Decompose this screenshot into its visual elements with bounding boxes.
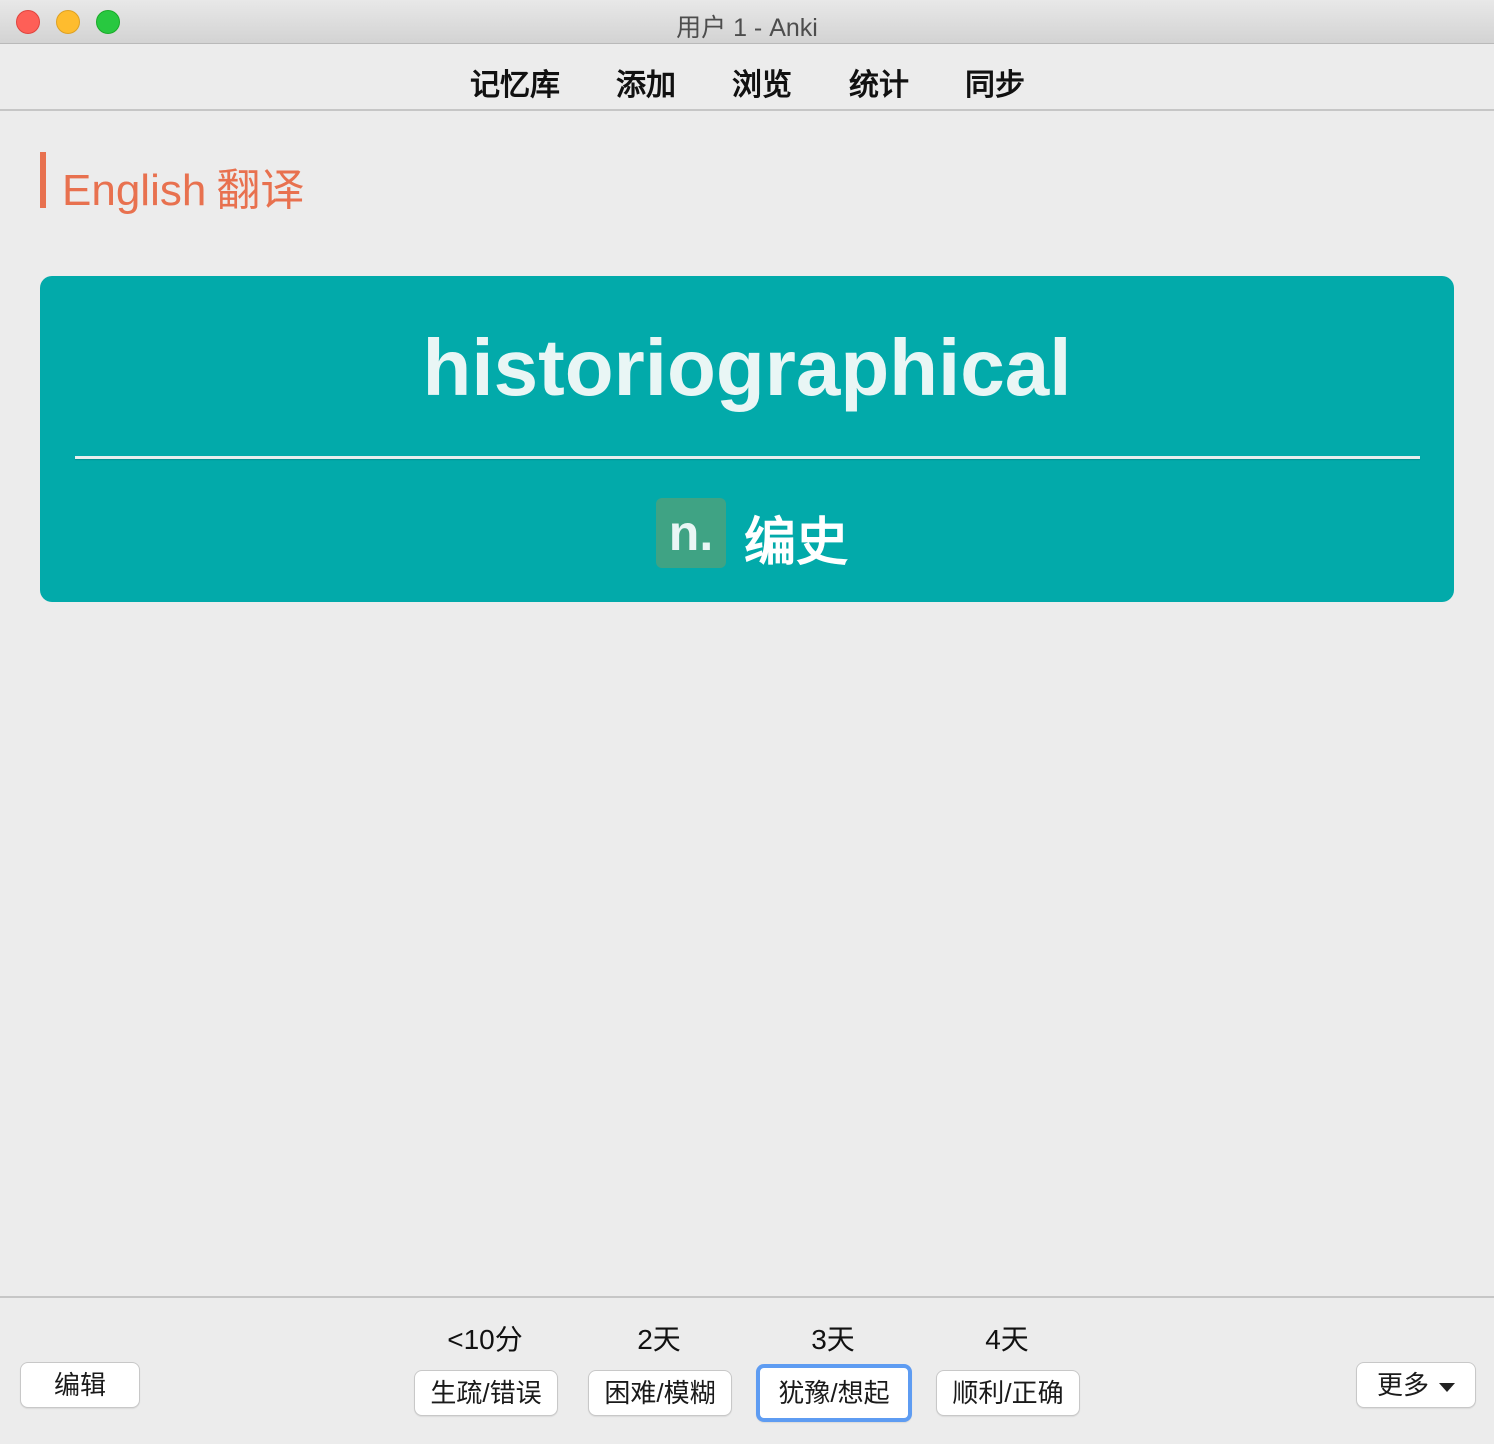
nav-stats[interactable]: 统计 bbox=[849, 60, 909, 104]
deck-name-cn: 翻译 bbox=[216, 165, 305, 216]
answer-easy-button[interactable]: 顺利/正确 bbox=[936, 1370, 1080, 1416]
interval-good: 3天 bbox=[811, 1324, 855, 1355]
deck-accent-bar bbox=[40, 152, 46, 208]
card-word: historiographical bbox=[422, 323, 1072, 412]
nav-sync[interactable]: 同步 bbox=[965, 60, 1025, 104]
answer-bar bbox=[0, 1296, 1494, 1444]
deck-title: English 翻译 bbox=[62, 154, 304, 218]
nav-browse[interactable]: 浏览 bbox=[732, 60, 792, 104]
card-meaning: 编史 bbox=[744, 512, 849, 573]
deck-name-en: English bbox=[62, 166, 207, 215]
part-of-speech-badge: n. bbox=[656, 498, 726, 568]
title-bar: 用户 1 - Anki bbox=[0, 0, 1494, 44]
interval-again: <10分 bbox=[447, 1324, 523, 1355]
answer-hard-button[interactable]: 困难/模糊 bbox=[588, 1370, 732, 1416]
chevron-down-icon bbox=[1439, 1382, 1455, 1392]
more-label: 更多 bbox=[1376, 1370, 1429, 1400]
edit-button[interactable]: 编辑 bbox=[20, 1362, 140, 1408]
card-divider bbox=[75, 456, 1420, 459]
interval-hard: 2天 bbox=[637, 1324, 681, 1355]
answer-again-button[interactable]: 生疏/错误 bbox=[414, 1370, 558, 1416]
interval-easy: 4天 bbox=[985, 1324, 1029, 1355]
nav-add[interactable]: 添加 bbox=[616, 60, 676, 104]
window-title: 用户 1 - Anki bbox=[676, 14, 818, 42]
more-button[interactable]: 更多 bbox=[1356, 1362, 1476, 1408]
top-nav: 记忆库 添加 浏览 统计 同步 bbox=[0, 44, 1494, 111]
answer-good-button[interactable]: 犹豫/想起 bbox=[756, 1364, 912, 1422]
nav-decks[interactable]: 记忆库 bbox=[470, 60, 560, 104]
